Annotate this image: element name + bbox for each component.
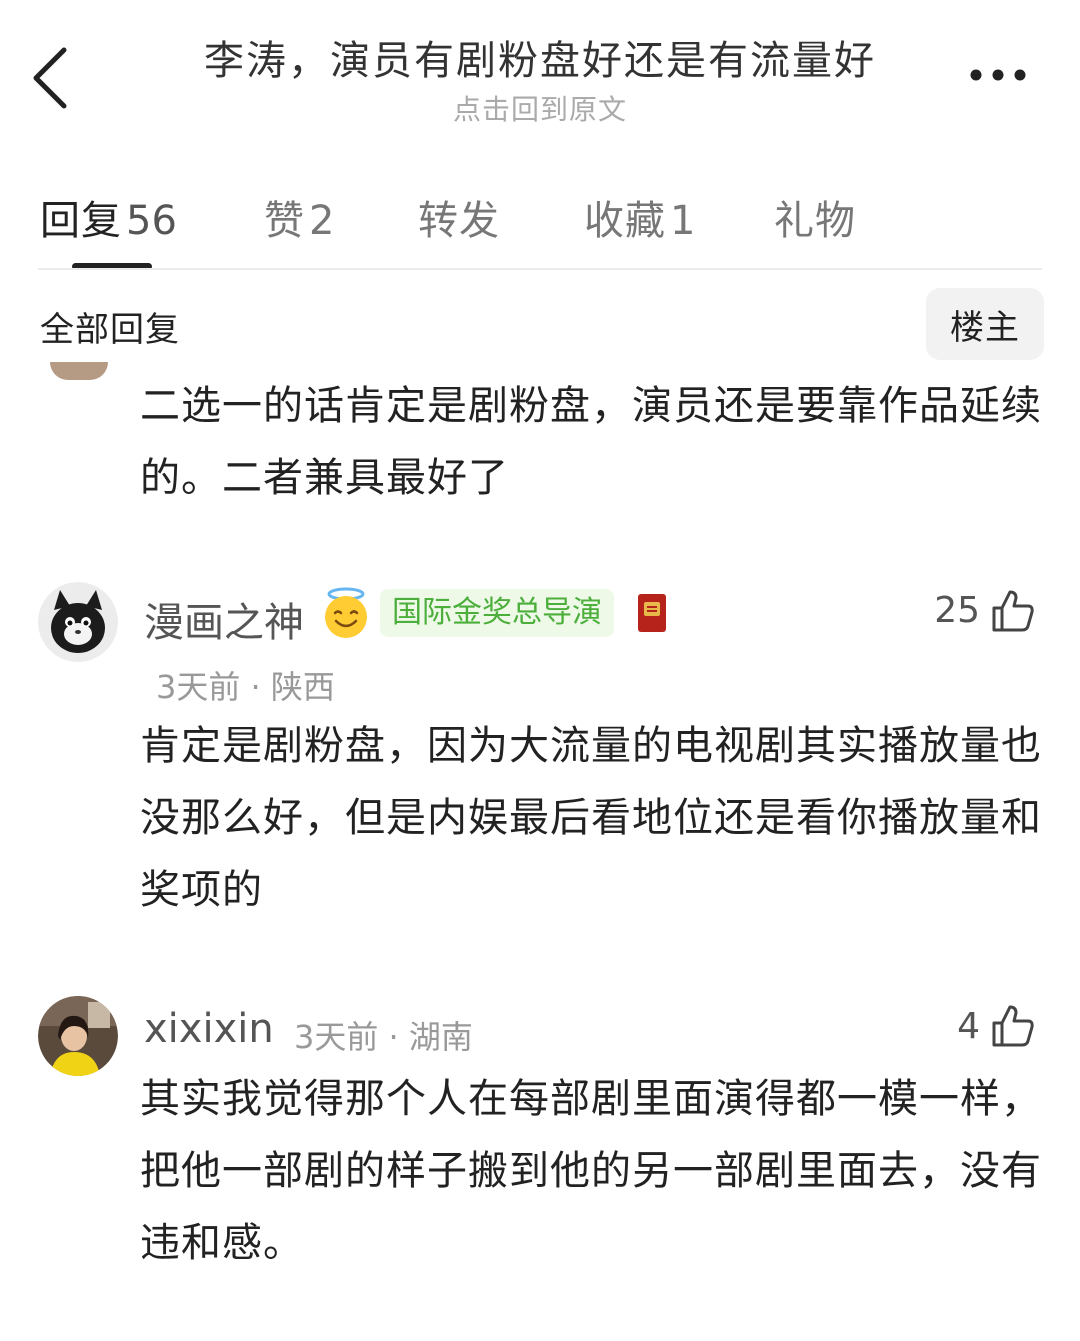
tab-likes[interactable]: 赞2 (264, 188, 334, 246)
comment-time: 3天前 (156, 668, 241, 706)
like-count: 4 (957, 1006, 980, 1047)
tab-favorites-count: 1 (670, 198, 696, 244)
red-book-badge-icon (638, 594, 666, 632)
more-options-icon[interactable] (960, 60, 1040, 90)
tab-reposts[interactable]: 转发 (418, 188, 500, 246)
tabs-divider (38, 268, 1042, 270)
like-count: 25 (934, 590, 980, 631)
tab-gifts-label: 礼物 (774, 198, 856, 244)
comment-location: 陕西 (270, 668, 335, 706)
tab-replies-count: 56 (126, 198, 177, 244)
comment-location: 湖南 (408, 1018, 473, 1056)
comment-meta: 3天前 · 陕西 (156, 662, 335, 708)
meta-separator: · (388, 1018, 399, 1056)
meta-separator: · (250, 668, 261, 706)
owner-only-button[interactable]: 楼主 (926, 288, 1044, 360)
thumbs-up-icon[interactable] (990, 588, 1036, 634)
tab-favorites-label: 收藏 (584, 198, 666, 244)
comment-text: 二选一的话肯定是剧粉盘，演员还是要靠作品延续的。二者兼具最好了 (140, 383, 1042, 501)
comment-text: 肯定是剧粉盘，因为大流量的电视剧其实播放量也没那么好，但是内娱最后看地位还是看你… (140, 723, 1042, 913)
tab-likes-label: 赞 (264, 198, 305, 244)
all-replies-heading: 全部回复 (40, 310, 180, 350)
thumbs-up-icon[interactable] (990, 1003, 1036, 1049)
back-arrow-icon[interactable] (22, 40, 82, 116)
halo-smile-emoji-icon (325, 587, 367, 638)
page-title: 李涛，演员有剧粉盘好还是有流量好 (204, 38, 876, 84)
comment-text: 其实我觉得那个人在每部剧里面演得都一模一样，把他一部剧的样子搬到他的另一部剧里面… (140, 1076, 1042, 1266)
tab-likes-count: 2 (309, 198, 335, 244)
comment-meta: 3天前 · 湖南 (294, 1012, 473, 1058)
comment-time: 3天前 (294, 1018, 379, 1056)
tab-favorites[interactable]: 收藏 1 (584, 188, 695, 246)
tab-replies-label: 回复 (40, 198, 122, 244)
username[interactable]: 漫画之神 (144, 590, 304, 648)
tab-gifts[interactable]: 礼物 (774, 188, 856, 246)
avatar[interactable] (38, 996, 118, 1076)
username[interactable]: xixixin (144, 1006, 274, 1052)
avatar[interactable] (38, 582, 118, 662)
title-badge[interactable]: 国际金奖总导演 (380, 589, 614, 637)
tab-replies[interactable]: 回复 56 (40, 188, 177, 246)
back-to-original-link[interactable]: 点击回到原文 (140, 88, 940, 128)
tab-reposts-label: 转发 (418, 198, 500, 244)
avatar[interactable] (50, 362, 108, 380)
